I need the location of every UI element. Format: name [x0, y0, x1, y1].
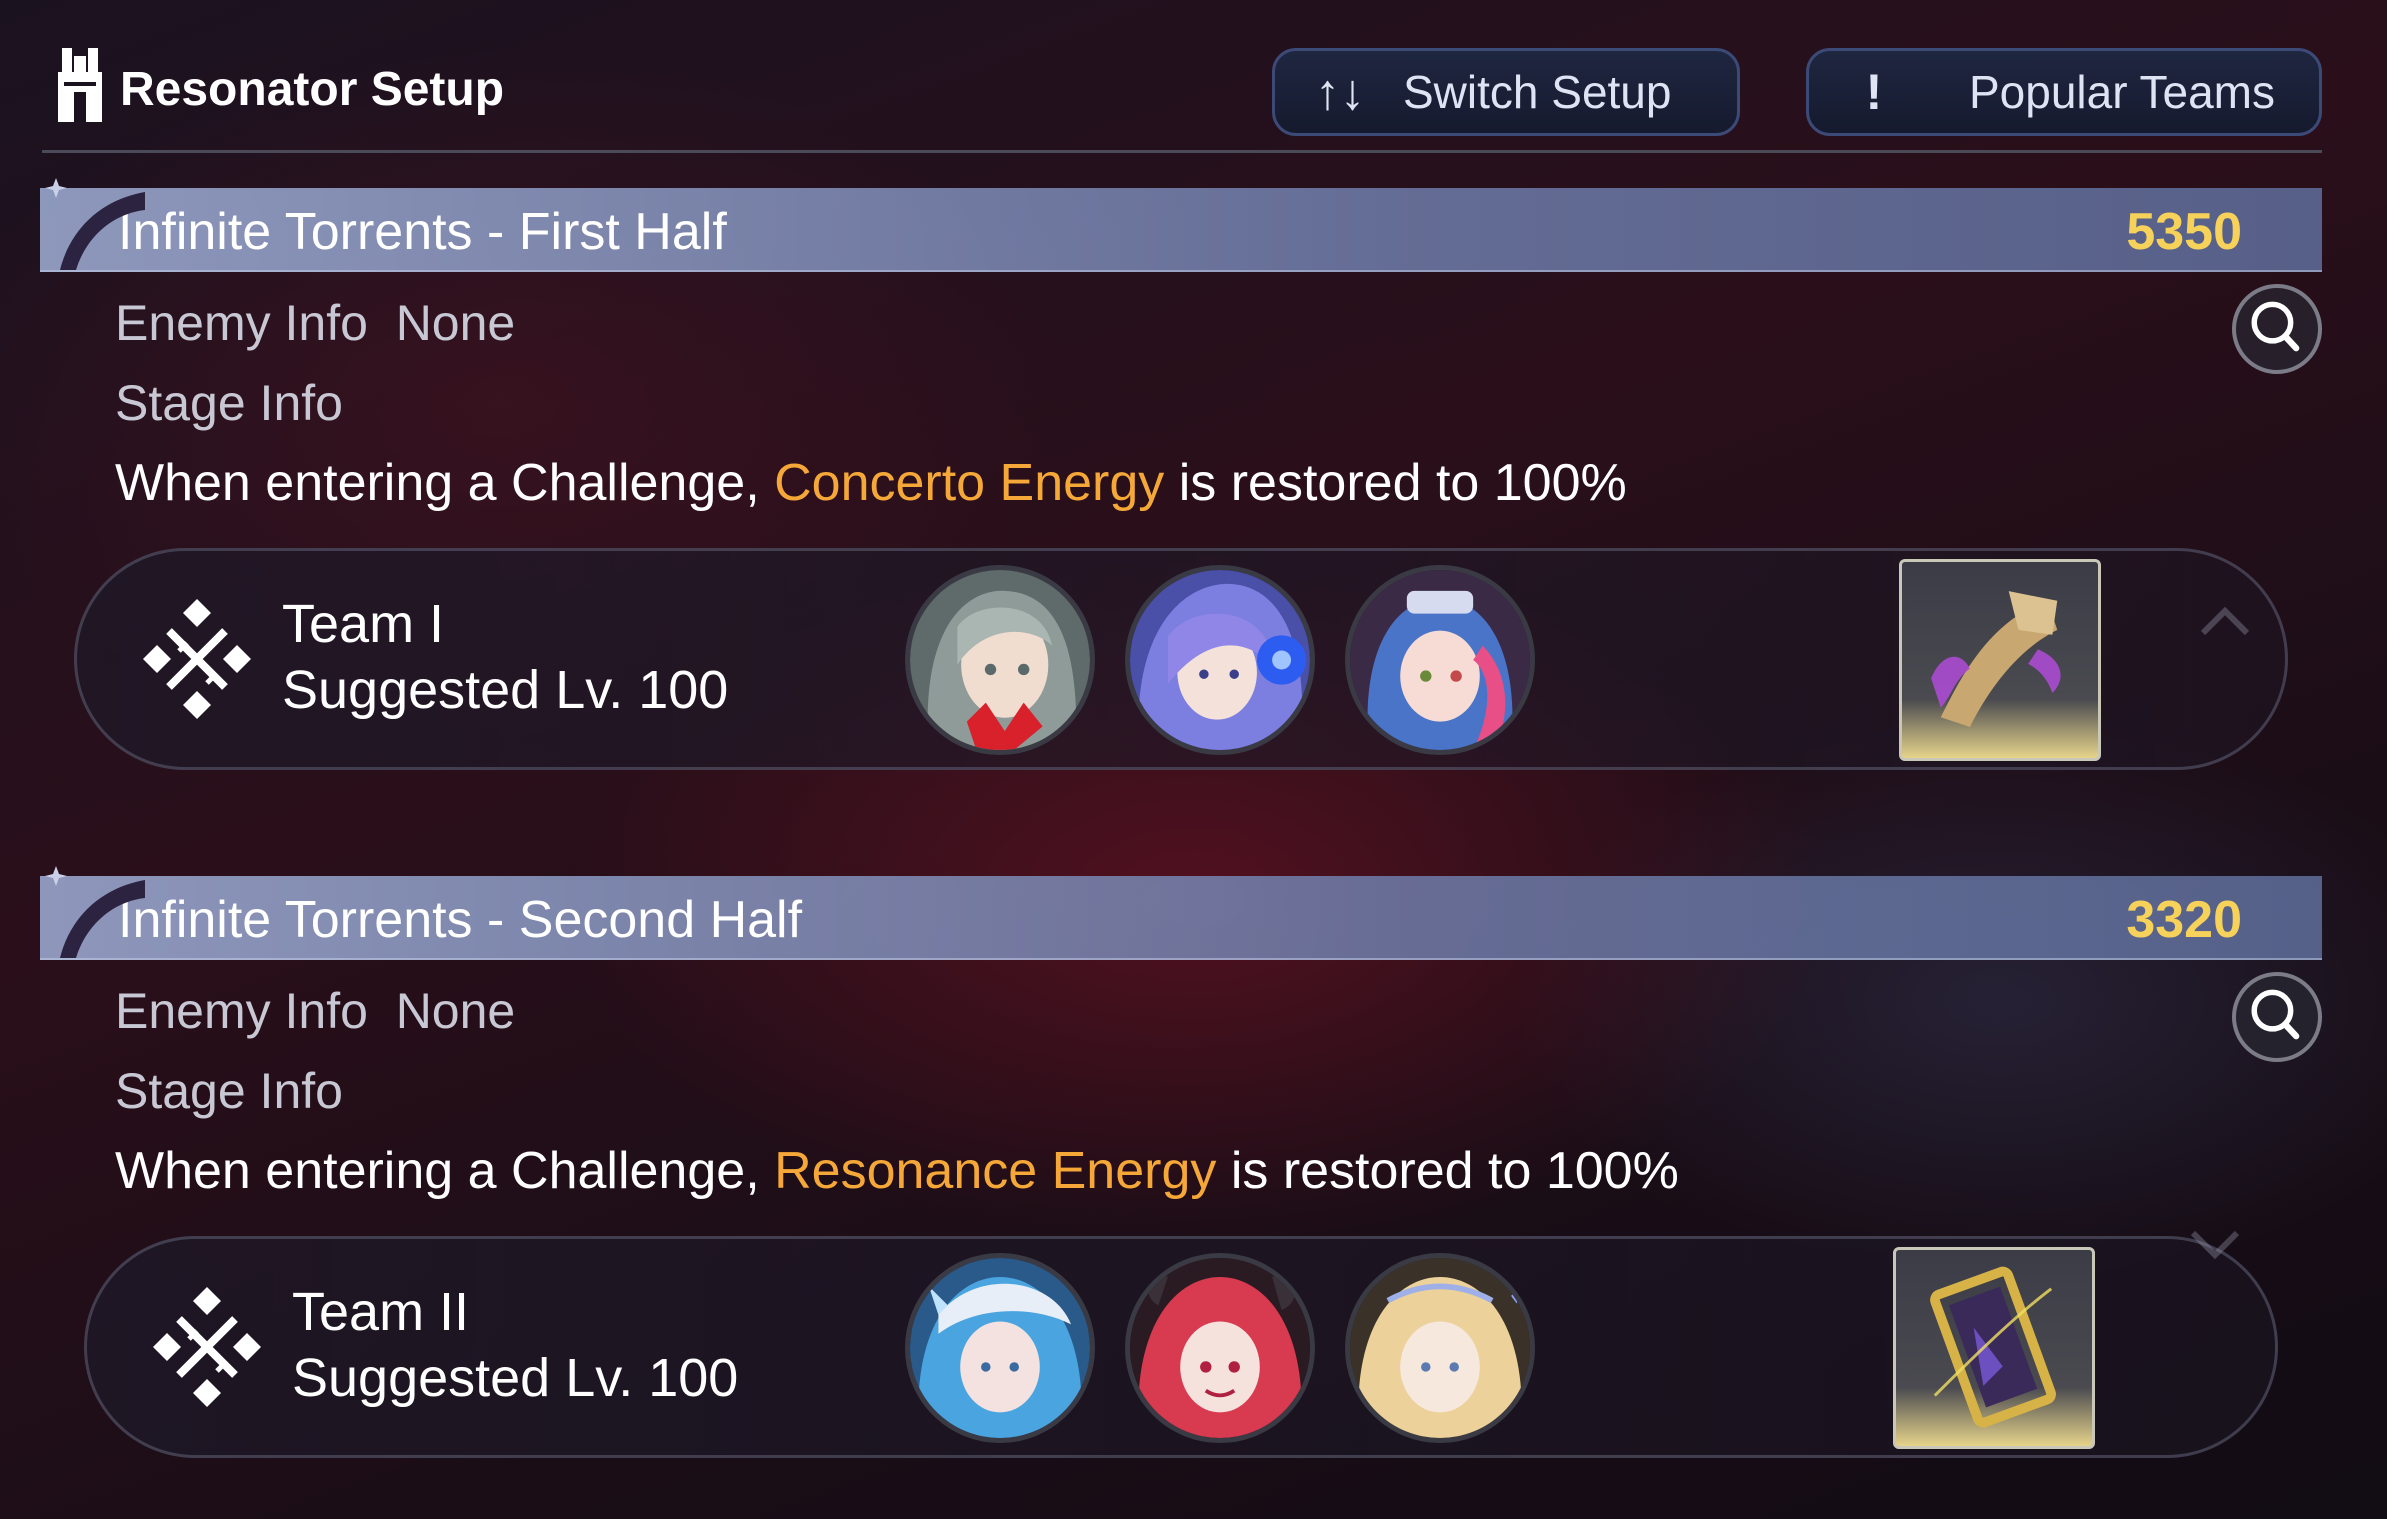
enemy-info-value: None	[395, 983, 516, 1039]
resonator-portrait[interactable]	[905, 1253, 1095, 1443]
resonator-portrait[interactable]	[1345, 565, 1535, 755]
search-button[interactable]	[2232, 972, 2322, 1062]
chevron-down-icon[interactable]	[2185, 1223, 2245, 1263]
exclamation-icon: !	[1865, 64, 1883, 120]
resonator-portrait[interactable]	[905, 565, 1095, 755]
page-title: Resonator Setup	[120, 63, 505, 116]
desc-suffix: is restored to 100%	[1216, 1142, 1679, 1200]
character-art-icon	[910, 570, 1090, 750]
stage-info-label: Stage Info	[115, 1063, 343, 1119]
section-score: 5350	[2126, 203, 2242, 261]
stage-description: When entering a Challenge, Concerto Ener…	[115, 453, 1627, 513]
search-button[interactable]	[2232, 284, 2322, 374]
resonator-portrait[interactable]	[1345, 1253, 1535, 1443]
character-art-icon	[910, 1258, 1090, 1438]
popular-teams-button[interactable]: ! Popular Teams	[1806, 48, 2322, 136]
enemy-info-row: Enemy Info None	[115, 294, 515, 352]
echo-slot[interactable]	[1893, 1247, 2095, 1449]
echo-slot[interactable]	[1899, 559, 2101, 761]
echo-artifact-icon	[1931, 591, 2061, 727]
resonator-portrait[interactable]	[1125, 565, 1315, 755]
header: Resonator Setup ↑↓ Switch Setup ! Popula…	[0, 0, 2387, 152]
team-card[interactable]: Team II Suggested Lv. 100	[84, 1230, 2278, 1458]
section-name: Infinite Torrents - Second Half	[118, 891, 803, 949]
team-name: Team I	[282, 594, 445, 654]
team-name: Team II	[292, 1282, 470, 1342]
header-divider	[42, 150, 2322, 153]
enemy-info-value: None	[395, 295, 516, 351]
enemy-info-label: Enemy Info	[115, 983, 368, 1039]
banner-decoration-icon	[45, 178, 145, 270]
section-banner: Infinite Torrents - Second Half 3320	[40, 876, 2322, 960]
challenge-section-first-half: Infinite Torrents - First Half 5350 Enem…	[0, 178, 2387, 770]
switch-setup-label: Switch Setup	[1403, 66, 1672, 118]
swap-icon: ↑↓	[1315, 64, 1365, 120]
enemy-info-label: Enemy Info	[115, 295, 368, 351]
castle-icon	[58, 48, 102, 122]
desc-prefix: When entering a Challenge,	[115, 1142, 775, 1200]
stage-description: When entering a Challenge, Resonance Ene…	[115, 1141, 1679, 1201]
enemy-info-row: Enemy Info None	[115, 982, 515, 1040]
magnifier-icon	[2251, 301, 2300, 352]
popular-teams-label: Popular Teams	[1969, 66, 2275, 118]
switch-setup-button[interactable]: ↑↓ Switch Setup	[1272, 48, 1740, 136]
team-emblem-icon	[143, 599, 251, 719]
desc-highlight: Resonance Energy	[774, 1142, 1217, 1200]
challenge-section-second-half: Infinite Torrents - Second Half 3320 Ene…	[0, 866, 2387, 1458]
desc-suffix: is restored to 100%	[1164, 454, 1627, 512]
team-emblem-icon	[153, 1287, 261, 1407]
chevron-up-icon[interactable]	[2195, 601, 2255, 641]
character-art-icon	[1350, 1258, 1530, 1438]
desc-highlight: Concerto Energy	[774, 454, 1165, 512]
stage-info-label: Stage Info	[115, 375, 343, 431]
character-art-icon	[1130, 1258, 1310, 1438]
echo-artifact-icon	[1930, 1266, 2056, 1428]
desc-prefix: When entering a Challenge,	[115, 454, 775, 512]
team-suggested-level: Suggested Lv. 100	[282, 660, 729, 720]
character-art-icon	[1130, 570, 1310, 750]
magnifier-icon	[2251, 989, 2300, 1040]
resonator-portrait[interactable]	[1125, 1253, 1315, 1443]
banner-decoration-icon	[45, 866, 145, 958]
section-name: Infinite Torrents - First Half	[118, 203, 727, 261]
section-banner: Infinite Torrents - First Half 5350	[40, 188, 2322, 272]
character-art-icon	[1350, 570, 1530, 750]
section-score: 3320	[2126, 891, 2242, 949]
team-suggested-level: Suggested Lv. 100	[292, 1348, 739, 1408]
team-card[interactable]: Team I Suggested Lv. 100	[74, 548, 2288, 770]
